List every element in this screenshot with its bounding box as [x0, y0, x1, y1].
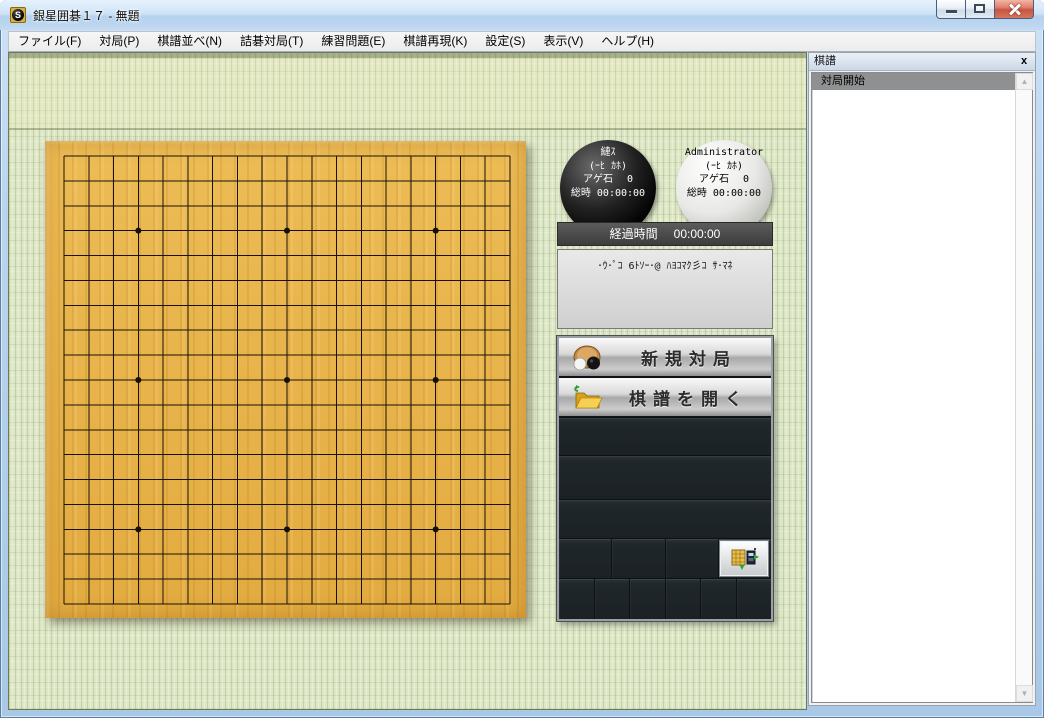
control-panel: 新規対局 棋譜を開く — [557, 336, 773, 621]
white-player-rank: (ｰﾋ ｶﾎ) — [676, 160, 772, 174]
elapsed-time-bar: 経過時間 00:00:00 — [557, 222, 773, 246]
scroll-up-button[interactable]: ▲ — [1016, 73, 1033, 90]
black-player-rank: (ｰﾋ ｶﾎ) — [560, 160, 656, 174]
app-icon-letter: S — [12, 9, 24, 21]
menu-item-help[interactable]: ヘルプ(H) — [592, 32, 663, 51]
panel-slot — [630, 579, 666, 619]
panel-slot-row — [559, 579, 771, 619]
panel-slot — [559, 579, 595, 619]
kifu-close-button[interactable]: x — [1017, 54, 1031, 69]
menu-item-exercise[interactable]: 練習問題(E) — [312, 32, 394, 51]
scroll-down-button[interactable]: ▼ — [1016, 685, 1033, 702]
title-bar[interactable]: S 銀星囲碁１７ - 無題 — [0, 0, 1044, 30]
panel-slot — [559, 500, 771, 539]
go-board[interactable] — [45, 141, 526, 618]
app-window: S 銀星囲碁１７ - 無題 ファイル(F) 対局(P) 棋譜並べ(N) 詰碁対局… — [0, 0, 1044, 718]
window-title: 銀星囲碁１７ - 無題 — [33, 7, 140, 24]
restore-button[interactable] — [966, 0, 994, 19]
elapsed-value: 00:00:00 — [674, 227, 721, 241]
app-icon: S — [10, 7, 26, 23]
white-total-time: 総時00:00:00 — [676, 187, 772, 201]
panel-slot — [719, 539, 771, 578]
kifu-list[interactable]: 対局開始 ▲ ▼ — [811, 72, 1033, 703]
board-layout-icon — [731, 548, 759, 570]
panel-slot — [612, 539, 665, 578]
panel-slot — [559, 418, 771, 456]
tatami-tint — [9, 58, 806, 128]
menu-item-play[interactable]: 対局(P) — [90, 32, 148, 51]
open-kifu-button[interactable]: 棋譜を開く — [559, 378, 771, 418]
menu-item-kifu-narabe[interactable]: 棋譜並べ(N) — [148, 32, 231, 51]
game-area: 縺ｽ (ｰﾋ ｶﾎ) アゲ石0 総時00:00:00 Administrator… — [8, 52, 807, 710]
panel-slot — [666, 539, 719, 578]
message-box: ･ｳ･ﾟｺ 6ﾄｿｰ･@ ﾊﾖｺﾏｸ彡ｺ ｻ･ﾏﾈ — [557, 249, 773, 329]
kifu-scrollbar[interactable]: ▲ ▼ — [1015, 73, 1032, 702]
panel-slot — [595, 579, 631, 619]
kifu-panel-title: 棋譜 — [814, 55, 836, 67]
panel-slot — [666, 579, 702, 619]
black-player-name: 縺ｽ — [560, 146, 656, 160]
message-text: ･ｳ･ﾟｺ 6ﾄｿｰ･@ ﾊﾖｺﾏｸ彡ｺ ｻ･ﾏﾈ — [597, 261, 732, 272]
elapsed-label: 経過時間 — [610, 227, 658, 241]
panel-slot — [737, 579, 772, 619]
panel-slot — [701, 579, 737, 619]
menu-item-view[interactable]: 表示(V) — [534, 32, 592, 51]
menu-bar: ファイル(F) 対局(P) 棋譜並べ(N) 詰碁対局(T) 練習問題(E) 棋譜… — [8, 31, 1036, 52]
kifu-item-selected[interactable]: 対局開始 — [812, 73, 1015, 90]
tatami-seam — [9, 128, 806, 130]
board-grid — [45, 141, 526, 618]
menu-item-file[interactable]: ファイル(F) — [9, 32, 90, 51]
panel-slot — [559, 456, 771, 500]
kifu-panel: 棋譜 x 対局開始 ▲ ▼ — [808, 52, 1036, 706]
white-captures: アゲ石0 — [676, 173, 772, 187]
white-player-name: Administrator — [676, 146, 772, 160]
black-captures: アゲ石0 — [560, 173, 656, 187]
minimize-button[interactable] — [936, 0, 966, 19]
close-button[interactable] — [994, 0, 1034, 19]
minimize-icon — [946, 10, 957, 13]
mini-board-button[interactable] — [719, 540, 769, 577]
panel-slot — [559, 539, 612, 578]
menu-item-settings[interactable]: 設定(S) — [476, 32, 534, 51]
tatami-band — [9, 53, 806, 58]
open-folder-icon — [571, 384, 603, 412]
restore-icon — [974, 4, 985, 13]
kifu-panel-header: 棋譜 x — [809, 53, 1035, 71]
menu-item-replay[interactable]: 棋譜再現(K) — [394, 32, 476, 51]
panel-slot-row — [559, 539, 771, 579]
go-bowl-icon — [571, 344, 603, 372]
client-area: 縺ｽ (ｰﾋ ｶﾎ) アゲ石0 総時00:00:00 Administrator… — [8, 52, 1036, 710]
new-game-button[interactable]: 新規対局 — [559, 338, 771, 378]
black-total-time: 総時00:00:00 — [560, 187, 656, 201]
menu-item-tsumego[interactable]: 詰碁対局(T) — [231, 32, 312, 51]
